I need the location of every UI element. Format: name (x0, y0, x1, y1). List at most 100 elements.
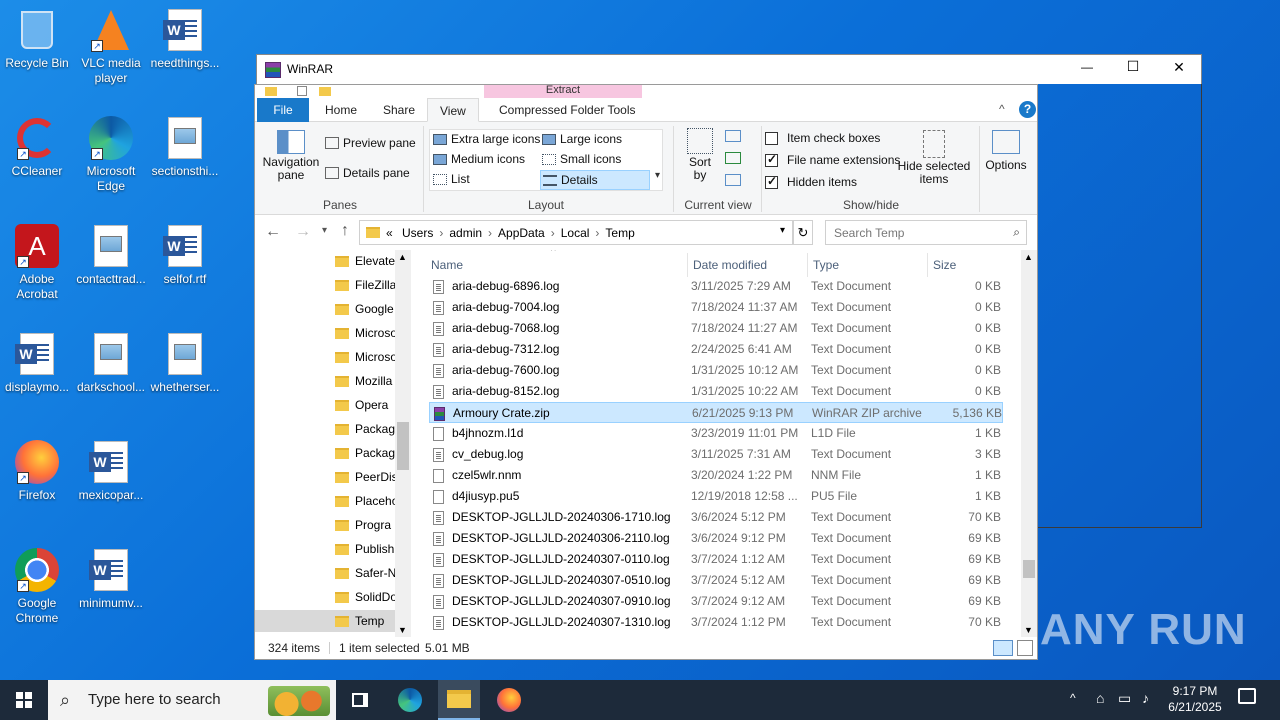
recent-locations-icon[interactable]: ▾ (322, 225, 327, 236)
address-bar[interactable]: « Users › admin › AppData › Local › Temp ▾ (359, 220, 793, 245)
desktop-icon[interactable]: ↗ Microsoft Edge (74, 116, 148, 194)
desktop-icon[interactable]: ↗ VLC media player (74, 8, 148, 86)
help-icon[interactable]: ? (1019, 101, 1036, 118)
large-icons-view-icon[interactable] (1017, 640, 1033, 656)
file-row[interactable]: Armoury Crate.zip 6/21/2025 9:13 PM WinRAR… (429, 402, 1003, 423)
scroll-down-icon[interactable]: ▼ (1024, 625, 1033, 635)
taskbar-search[interactable]: ⌕ Type here to search (48, 680, 336, 720)
desktop-icon[interactable]: Recycle Bin (0, 8, 74, 71)
address-dropdown-icon[interactable]: ▾ (780, 225, 785, 236)
nav-scroll-thumb[interactable] (397, 422, 409, 470)
minimize-button[interactable]: — (1077, 60, 1097, 74)
file-row[interactable]: DESKTOP-JGLLJLD-20240307-0510.log 3/7/202… (429, 570, 1003, 591)
file-row[interactable]: DESKTOP-JGLLJLD-20240306-2110.log 3/6/202… (429, 528, 1003, 549)
network-icon[interactable]: ▭ (1118, 690, 1131, 707)
search-input[interactable]: Search Temp (834, 226, 904, 240)
layout-large-icons[interactable]: Large icons (542, 132, 654, 146)
folder-icon[interactable] (265, 87, 277, 96)
taskbar-file-explorer[interactable] (438, 680, 480, 720)
file-scroll-thumb[interactable] (1023, 560, 1035, 578)
desktop-icon[interactable]: ↗ Google Chrome (0, 548, 74, 626)
clock[interactable]: 9:17 PM 6/21/2025 (1164, 683, 1226, 715)
breadcrumb-item[interactable]: Users (402, 226, 433, 240)
file-name-extensions-toggle[interactable]: File name extensions (765, 152, 900, 167)
search-box[interactable]: Search Temp ⌕ (825, 220, 1027, 245)
breadcrumb-item[interactable]: AppData (498, 226, 545, 240)
scroll-up-icon[interactable]: ▲ (398, 252, 407, 262)
layout-details[interactable]: Details (540, 170, 650, 190)
file-name-extensions-checkbox[interactable] (765, 152, 778, 167)
tab-file[interactable]: File (257, 98, 309, 122)
file-list-scrollbar[interactable]: ▲ ▼ (1021, 250, 1037, 637)
address-overflow[interactable]: « (386, 226, 393, 240)
group-by-icon[interactable] (725, 130, 741, 142)
details-view-icon[interactable] (993, 640, 1013, 656)
maximize-button[interactable]: ☐ (1123, 58, 1143, 75)
show-hidden-icons[interactable]: ^ (1070, 691, 1076, 705)
hidden-items-checkbox[interactable] (765, 174, 778, 189)
desktop-icon[interactable]: minimumv... (74, 548, 148, 611)
hidden-items-toggle[interactable]: Hidden items (765, 174, 857, 189)
taskbar-search-input[interactable]: Type here to search (88, 691, 221, 708)
sort-by-button[interactable]: Sort by (683, 128, 717, 182)
breadcrumb-item[interactable]: Local (561, 226, 590, 240)
desktop-icon[interactable]: contacttrad... (74, 224, 148, 287)
breadcrumb-chevron-icon[interactable]: › (595, 226, 599, 240)
hide-selected-items-button[interactable]: Hide selected items (897, 130, 971, 186)
nav-scrollbar[interactable]: ▲ ▼ (395, 250, 411, 637)
breadcrumb-chevron-icon[interactable]: › (488, 226, 492, 240)
file-row[interactable]: aria-debug-7600.log 1/31/2025 10:12 AM Tex… (429, 360, 1003, 381)
layout-small-icons[interactable]: Small icons (542, 152, 654, 166)
network-status-icon[interactable]: ⌂ (1096, 690, 1104, 706)
item-check-boxes-toggle[interactable]: Item check boxes (765, 131, 880, 145)
breadcrumb-chevron-icon[interactable]: › (439, 226, 443, 240)
properties-icon[interactable] (297, 86, 307, 96)
file-row[interactable]: b4jhnozm.l1d 3/23/2019 11:01 PM L1D File 1 … (429, 423, 1003, 444)
desktop-icon[interactable]: whetherser... (148, 332, 222, 395)
tab-compressed-folder-tools[interactable]: Compressed Folder Tools (487, 98, 648, 122)
file-row[interactable]: aria-debug-7004.log 7/18/2024 11:37 AM Tex… (429, 297, 1003, 318)
tab-home[interactable]: Home (313, 98, 369, 122)
tab-share[interactable]: Share (371, 98, 427, 122)
breadcrumb-chevron-icon[interactable]: › (551, 226, 555, 240)
column-header-date[interactable]: Date modified (687, 253, 767, 277)
column-header-size[interactable]: Size (927, 253, 1003, 277)
winrar-titlebar[interactable]: WinRAR — ☐ ✕ (256, 54, 1202, 84)
navigation-pane-button[interactable]: Navigation pane (261, 130, 321, 182)
desktop-icon[interactable]: displaymo... (0, 332, 74, 395)
scroll-up-icon[interactable]: ▲ (1024, 252, 1033, 262)
back-arrow-icon[interactable]: ← (265, 223, 281, 241)
task-view-button[interactable] (340, 680, 380, 720)
collapse-ribbon-icon[interactable]: ^ (999, 102, 1005, 116)
context-tab-extract[interactable]: Extract (484, 85, 642, 98)
desktop-icon[interactable]: A ↗ Adobe Acrobat (0, 224, 74, 302)
desktop-icon[interactable]: ↗ Firefox (0, 440, 74, 503)
start-button[interactable] (0, 680, 48, 720)
tab-view[interactable]: View (427, 98, 479, 122)
size-columns-icon[interactable] (725, 174, 741, 186)
desktop-icon[interactable]: ↗ CCleaner (0, 116, 74, 179)
taskbar-edge[interactable] (390, 680, 430, 720)
up-arrow-icon[interactable]: ↑ (341, 222, 349, 240)
file-row[interactable]: czel5wlr.nnm 3/20/2024 1:22 PM NNM File 1 K… (429, 465, 1003, 486)
desktop-icon[interactable]: mexicopar... (74, 440, 148, 503)
column-header-name[interactable]: Name (431, 253, 463, 277)
file-row[interactable]: DESKTOP-JGLLJLD-20240306-1710.log 3/6/202… (429, 507, 1003, 528)
add-columns-icon[interactable] (725, 152, 741, 164)
desktop-icon[interactable]: selfof.rtf (148, 224, 222, 287)
taskbar-firefox[interactable] (488, 680, 530, 720)
file-row[interactable]: d4jiusyp.pu5 12/19/2018 12:58 ... PU5 File… (429, 486, 1003, 507)
breadcrumb-item[interactable]: admin (449, 226, 482, 240)
file-row[interactable]: cv_debug.log 3/11/2025 7:31 AM Text Docume… (429, 444, 1003, 465)
file-row[interactable]: aria-debug-8152.log 1/31/2025 10:22 AM Tex… (429, 381, 1003, 402)
notifications-icon[interactable] (1238, 688, 1256, 704)
column-header-type[interactable]: Type (807, 253, 839, 277)
layout-list[interactable]: List (433, 172, 541, 186)
desktop-icon[interactable]: sectionsthi... (148, 116, 222, 179)
desktop-icon[interactable]: darkschool... (74, 332, 148, 395)
file-row[interactable]: aria-debug-7312.log 2/24/2025 6:41 AM Text… (429, 339, 1003, 360)
item-check-boxes-checkbox[interactable] (765, 131, 778, 145)
file-row[interactable]: aria-debug-6896.log 3/11/2025 7:29 AM Text… (429, 276, 1003, 297)
breadcrumb-item[interactable]: Temp (605, 226, 634, 240)
file-row[interactable]: DESKTOP-JGLLJLD-20240307-0110.log 3/7/202… (429, 549, 1003, 570)
